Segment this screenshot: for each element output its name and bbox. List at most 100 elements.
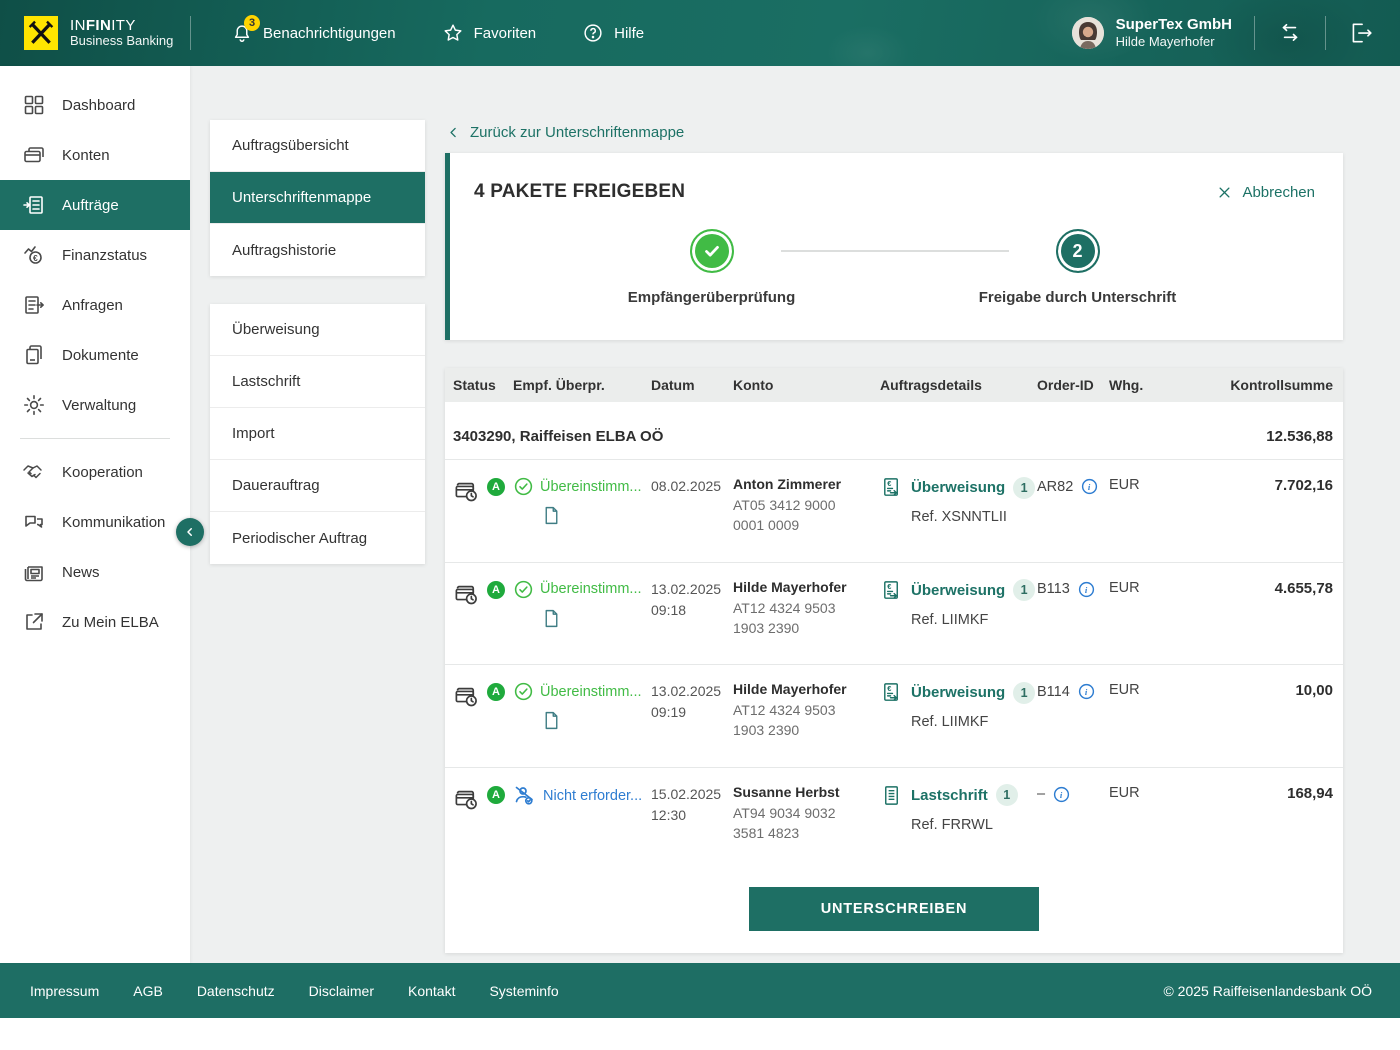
- order-count-badge: 1: [1013, 477, 1035, 499]
- submenu-item-auftragshistorie[interactable]: Auftragshistorie: [210, 224, 425, 276]
- signature-a-badge: A: [487, 786, 505, 804]
- back-link[interactable]: Zurück zur Unterschriftenmappe: [447, 124, 1343, 141]
- sidebar-collapse-button[interactable]: [176, 518, 204, 546]
- order-type-label[interactable]: Überweisung: [911, 479, 1005, 496]
- sidebar-item-dashboard[interactable]: Dashboard: [0, 80, 190, 130]
- exchange-arrows-icon: [1277, 20, 1303, 46]
- raiffeisen-logo-icon: [24, 16, 58, 50]
- verify-not-required-icon: [513, 784, 537, 808]
- footer: Impressum AGB Datenschutz Disclaimer Kon…: [0, 963, 1400, 1018]
- avatar: [1072, 17, 1104, 49]
- notifications-count-badge: 3: [244, 15, 260, 31]
- col-header-whg: Whg.: [1109, 377, 1165, 393]
- sidebar-item-kommunikation[interactable]: Kommunikation: [0, 497, 190, 547]
- package-row[interactable]: A Nicht erforder... 15.02.2025 12:30 Sus…: [445, 768, 1343, 870]
- order-type-label[interactable]: Überweisung: [911, 684, 1005, 701]
- info-icon[interactable]: i: [1052, 785, 1071, 804]
- order-type-label[interactable]: Lastschrift: [911, 787, 988, 804]
- brand: INFINITY Business Banking: [0, 16, 190, 50]
- footer-link-disclaimer[interactable]: Disclaimer: [309, 983, 374, 999]
- order-reference: Ref. XSNNTLII: [911, 509, 1035, 525]
- order-id: B113: [1037, 581, 1070, 597]
- favorites-button[interactable]: Favoriten: [442, 22, 537, 44]
- header-right: SuperTex GmbH Hilde Mayerhofer: [1072, 16, 1400, 51]
- footer-link-agb[interactable]: AGB: [133, 983, 163, 999]
- sidebar-item-zu-mein-elba[interactable]: Zu Mein ELBA: [0, 597, 190, 647]
- date-cell: 08.02.2025: [651, 476, 731, 497]
- footer-link-kontakt[interactable]: Kontakt: [408, 983, 455, 999]
- info-icon[interactable]: i: [1080, 477, 1099, 496]
- header-divider: [1254, 16, 1255, 50]
- brand-line1: INFINITY: [70, 17, 173, 34]
- sidebar-item-konten[interactable]: Konten: [0, 130, 190, 180]
- bell-icon: 3: [231, 22, 253, 44]
- submenu-item-dauerauftrag[interactable]: Dauerauftrag: [210, 460, 425, 512]
- order-id: AR82: [1037, 479, 1073, 495]
- submenu-item-periodischer-auftrag[interactable]: Periodischer Auftrag: [210, 512, 425, 564]
- sidebar-item-label: Dokumente: [62, 347, 139, 364]
- footer-link-impressum[interactable]: Impressum: [30, 983, 99, 999]
- amount-cell: 7.702,16: [1167, 476, 1333, 494]
- sidebar-item-kooperation[interactable]: Kooperation: [0, 447, 190, 497]
- back-link-label: Zurück zur Unterschriftenmappe: [470, 124, 684, 141]
- package-row[interactable]: A Übereinstimm... 13.02.2025 09:19 Hilde…: [445, 665, 1343, 768]
- newspaper-icon: [22, 560, 46, 584]
- order-type-label[interactable]: Überweisung: [911, 582, 1005, 599]
- order-reference: Ref. LIIMKF: [911, 714, 1035, 730]
- status-cell: A: [453, 784, 511, 813]
- step-freigabe: 2 Freigabe durch Unterschrift: [943, 229, 1213, 306]
- logout-button[interactable]: [1348, 20, 1374, 46]
- col-header-kontrollsumme: Kontrollsumme: [1167, 377, 1333, 393]
- col-header-datum: Datum: [651, 377, 731, 393]
- submenu-label: Auftragsübersicht: [232, 137, 349, 154]
- transfer-icon: €: [880, 476, 903, 499]
- verify-status: Übereinstimm...: [513, 681, 649, 702]
- user-menu[interactable]: SuperTex GmbH Hilde Mayerhofer: [1072, 16, 1232, 51]
- cards-stack-icon: [22, 143, 46, 167]
- verify-cell: Nicht erforder...: [513, 784, 649, 808]
- sidebar-item-dokumente[interactable]: Dokumente: [0, 330, 190, 380]
- package-row[interactable]: A Übereinstimm... 13.02.2025 09:18 Hilde…: [445, 563, 1343, 666]
- document-icon[interactable]: [541, 608, 649, 629]
- verify-label: Nicht erforder...: [543, 788, 642, 804]
- request-list-icon: [22, 293, 46, 317]
- info-icon[interactable]: i: [1077, 682, 1096, 701]
- details-cell: € Überweisung 1 Ref. LIIMKF: [880, 579, 1035, 628]
- submenu-item-auftragsuebersicht[interactable]: Auftragsübersicht: [210, 120, 425, 172]
- sidebar-item-news[interactable]: News: [0, 547, 190, 597]
- release-card: 4 PAKETE FREIGEBEN Abbrechen: [445, 153, 1343, 340]
- cancel-button[interactable]: Abbrechen: [1217, 184, 1315, 201]
- document-icon[interactable]: [541, 505, 649, 526]
- notifications-button[interactable]: 3 Benachrichtigungen: [231, 22, 396, 44]
- footer-link-datenschutz[interactable]: Datenschutz: [197, 983, 275, 999]
- submenu-item-ueberweisung[interactable]: Überweisung: [210, 304, 425, 356]
- recipient-name: Susanne Herbst: [733, 784, 878, 800]
- sidebar-item-auftraege[interactable]: Aufträge: [0, 180, 190, 230]
- verify-label: Übereinstimm...: [540, 581, 642, 597]
- stepper: Empfängerüberprüfung 2 Freigabe durch Un…: [474, 229, 1315, 306]
- sign-button[interactable]: UNTERSCHREIBEN: [749, 887, 1040, 931]
- package-row[interactable]: A Übereinstimm... 08.02.2025 Anton Zimme…: [445, 460, 1343, 563]
- help-button[interactable]: Hilfe: [582, 22, 644, 44]
- sidebar-item-finanzstatus[interactable]: € Finanzstatus: [0, 230, 190, 280]
- iban: AT94 9034 9032 3581 4823: [733, 803, 853, 844]
- sidebar-item-verwaltung[interactable]: Verwaltung: [0, 380, 190, 430]
- copyright: © 2025 Raiffeisenlandesbank OÖ: [1163, 983, 1400, 999]
- step-number-badge: 2: [1056, 229, 1100, 273]
- switch-user-button[interactable]: [1277, 20, 1303, 46]
- submenu-label: Import: [232, 425, 275, 442]
- footer-link-systeminfo[interactable]: Systeminfo: [489, 983, 558, 999]
- document-icon[interactable]: [541, 710, 649, 731]
- submenu-label: Auftragshistorie: [232, 242, 336, 259]
- pending-order-clock-icon: [453, 478, 480, 505]
- submenu-item-lastschrift[interactable]: Lastschrift: [210, 356, 425, 408]
- sidebar-item-label: Aufträge: [62, 197, 119, 214]
- submenu-item-unterschriftenmappe[interactable]: Unterschriftenmappe: [210, 172, 425, 224]
- verify-cell: Übereinstimm...: [513, 476, 649, 526]
- sidebar-item-anfragen[interactable]: Anfragen: [0, 280, 190, 330]
- info-icon[interactable]: i: [1077, 580, 1096, 599]
- verify-status: Übereinstimm...: [513, 476, 649, 497]
- submenu-item-import[interactable]: Import: [210, 408, 425, 460]
- user-company: SuperTex GmbH: [1116, 16, 1232, 35]
- top-nav: 3 Benachrichtigungen Favoriten: [231, 22, 644, 44]
